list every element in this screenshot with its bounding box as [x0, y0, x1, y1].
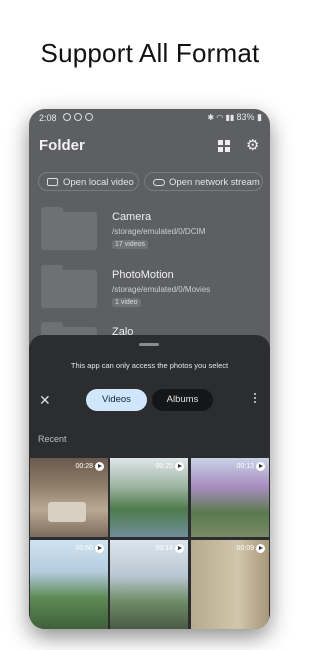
- signal-icon: ✱ ◠ ▮▮: [207, 113, 237, 122]
- video-duration: 00:09: [236, 545, 254, 552]
- phone-screen: 2:08 ✱ ◠ ▮▮ 83% ▮ Folder ⚙ Open local vi…: [29, 109, 270, 629]
- play-icon: [95, 544, 104, 553]
- play-icon: [175, 544, 184, 553]
- video-thumbnail[interactable]: 00:25: [110, 458, 188, 537]
- drag-handle[interactable]: [139, 343, 159, 346]
- notification-icon: [85, 113, 93, 121]
- video-duration: 00:25: [155, 463, 173, 470]
- video-thumbnail[interactable]: 00:28: [30, 458, 108, 537]
- recent-label: Recent: [38, 434, 67, 444]
- notification-icon: [74, 113, 82, 121]
- folder-icon: [41, 265, 97, 308]
- grid-icon[interactable]: [218, 140, 230, 152]
- folder-count: 1 video: [112, 298, 141, 307]
- folder-path: /storage/emulated/0/Movies: [112, 285, 211, 294]
- chip-label: Open local video: [63, 177, 134, 188]
- video-duration: 00:13: [236, 463, 254, 470]
- close-icon[interactable]: ✕: [39, 392, 51, 409]
- play-icon: [256, 544, 265, 553]
- video-duration: 00:50: [75, 545, 93, 552]
- video-thumbnail[interactable]: 00:50: [30, 540, 108, 629]
- status-bar: 2:08 ✱ ◠ ▮▮ 83% ▮: [29, 109, 270, 127]
- photo-picker-sheet: This app can only access the photos you …: [29, 335, 270, 629]
- open-local-video-button[interactable]: Open local video: [38, 172, 139, 191]
- folder-count: 17 videos: [112, 240, 148, 249]
- notification-icon: [63, 113, 71, 121]
- video-thumbnail[interactable]: 00:09: [191, 540, 269, 629]
- gear-icon[interactable]: ⚙: [246, 138, 259, 153]
- access-notice: This app can only access the photos you …: [70, 361, 229, 370]
- more-vert-icon[interactable]: [254, 393, 257, 405]
- video-duration: 00:28: [75, 463, 93, 470]
- link-icon: [153, 179, 165, 186]
- tab-albums[interactable]: Albums: [152, 389, 213, 411]
- folder-path: /storage/emulated/0/DCIM: [112, 227, 206, 236]
- battery-level: 83%: [236, 112, 255, 122]
- tab-videos[interactable]: Videos: [86, 389, 147, 411]
- app-title: Folder: [39, 137, 85, 154]
- folder-icon: [41, 207, 97, 250]
- headline: Support All Format: [40, 38, 260, 68]
- chip-label: Open network stream: [169, 177, 260, 188]
- video-thumbnail[interactable]: 00:14: [110, 540, 188, 629]
- battery-icon: ▮: [257, 112, 262, 122]
- video-duration: 00:14: [155, 545, 173, 552]
- play-icon: [95, 462, 104, 471]
- open-network-stream-button[interactable]: Open network stream: [144, 172, 263, 191]
- play-icon: [175, 462, 184, 471]
- video-icon: [47, 178, 58, 186]
- folder-name: PhotoMotion: [112, 269, 174, 281]
- video-thumbnail[interactable]: 00:13: [191, 458, 269, 537]
- play-icon: [256, 462, 265, 471]
- status-time: 2:08: [39, 113, 57, 123]
- folder-name: Camera: [112, 211, 152, 223]
